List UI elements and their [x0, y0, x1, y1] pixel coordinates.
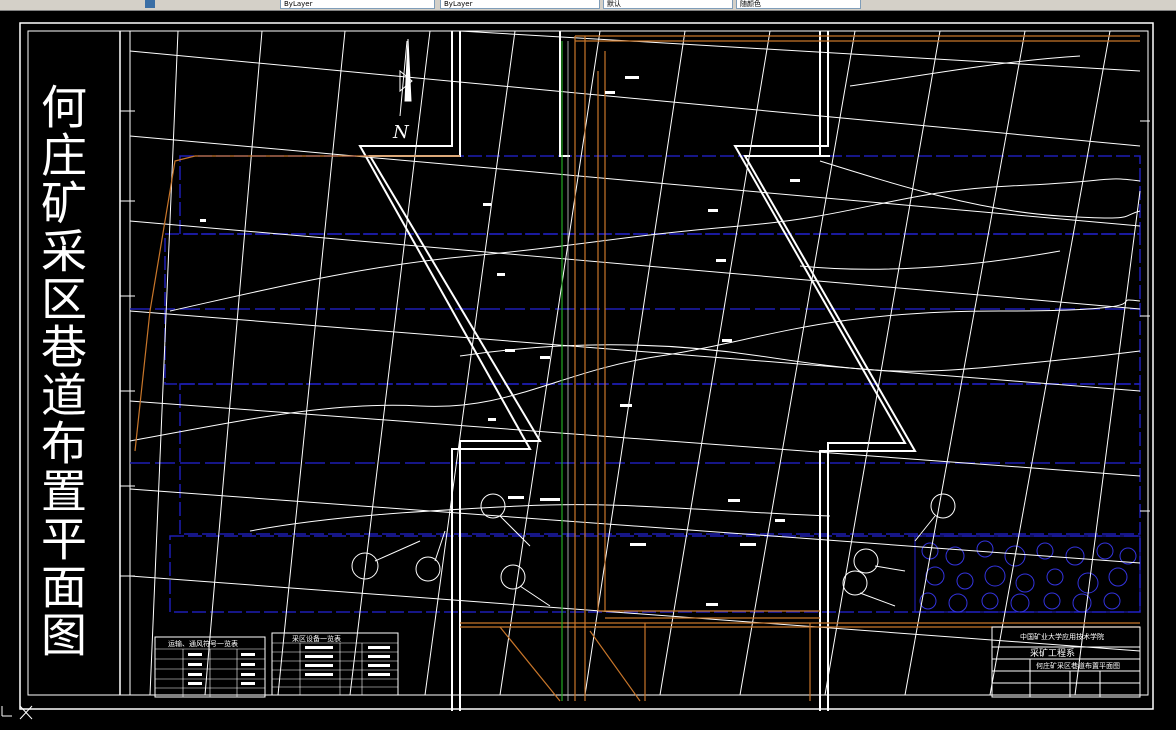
- legend2-title: 采区设备一览表: [292, 634, 341, 643]
- roadways: [134, 35, 1140, 702]
- properties-toolbar: ByLayer ByLayer 默认 随颜色: [0, 0, 1176, 11]
- goaf-pattern: [919, 540, 1137, 613]
- cad-drawing-area[interactable]: N 运输、通风符号一览表 采区设备一览表 中国矿业大学应用技术学院 采矿工程系 …: [0, 11, 1176, 726]
- panel-3: [179, 383, 1141, 535]
- north-label: N: [392, 122, 410, 143]
- color-select[interactable]: ByLayer: [280, 0, 435, 9]
- school-name: 中国矿业大学应用技术学院: [1020, 632, 1104, 641]
- plotstyle-select[interactable]: 随颜色: [736, 0, 861, 9]
- north-arrow-icon: [399, 38, 413, 117]
- coordinate-grid: [129, 30, 1141, 696]
- drawing-title: 何庄矿采区巷道布置平面图: [34, 83, 88, 659]
- callouts: [351, 493, 956, 607]
- legend1-title: 运输、通风符号一览表: [168, 639, 238, 648]
- drawing-name: 何庄矿采区巷道布置平面图: [1036, 661, 1120, 670]
- lineweight-select[interactable]: 默认: [603, 0, 733, 9]
- outer-frame: [19, 22, 1154, 710]
- department-name: 采矿工程系: [1030, 647, 1075, 659]
- panel-4: [169, 535, 1141, 613]
- linetype-select[interactable]: ByLayer: [440, 0, 600, 9]
- layer-state-icon[interactable]: [145, 0, 155, 8]
- ucs-icon: [1, 705, 33, 720]
- contour-lines: [129, 55, 1141, 532]
- drawing-canvas: N 运输、通风符号一览表 采区设备一览表 中国矿业大学应用技术学院 采矿工程系 …: [1, 22, 1154, 720]
- mine-boundary: [358, 31, 917, 711]
- mining-panels: [164, 155, 1141, 613]
